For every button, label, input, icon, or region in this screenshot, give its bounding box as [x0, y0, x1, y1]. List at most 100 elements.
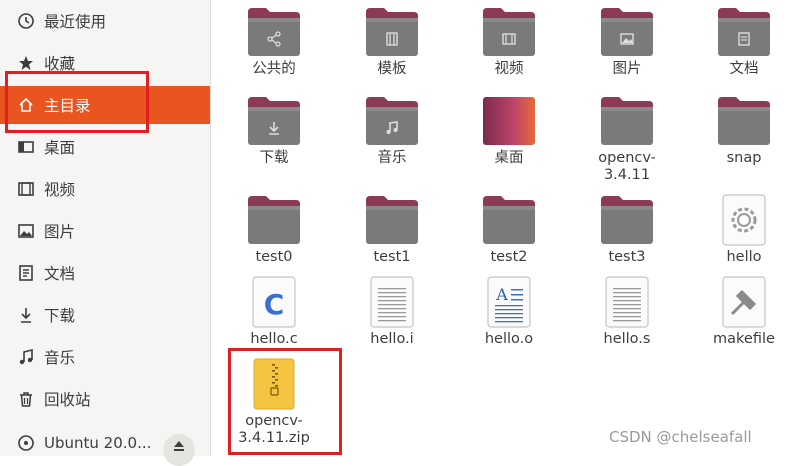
svg-text:A: A [495, 285, 508, 304]
sidebar-item-label: 文档 [44, 265, 76, 283]
folder-icon [364, 6, 420, 58]
file-name: hello [726, 249, 762, 265]
sidebar-item-3[interactable]: 桌面 [0, 128, 210, 166]
home-icon [17, 96, 35, 114]
file-item[interactable]: 视频 [454, 6, 564, 78]
file-name: hello.o [484, 331, 534, 347]
text-file-icon [599, 276, 655, 328]
folder-icon [364, 95, 420, 147]
folder-icon [599, 6, 655, 58]
file-name: test2 [490, 249, 528, 265]
file-name: hello.i [370, 331, 414, 347]
file-item[interactable]: 图片 [572, 6, 682, 78]
file-item[interactable]: Chello.c [219, 276, 329, 348]
sidebar-item-label: 收藏 [44, 55, 76, 73]
folder-icon [246, 6, 302, 58]
folder-icon [364, 194, 420, 246]
sidebar-item-label: 主目录 [44, 97, 91, 115]
file-name: hello.s [603, 331, 651, 347]
object-file-icon: A [481, 276, 537, 328]
file-name: snap [726, 150, 762, 166]
sidebar-item-label: 回收站 [44, 391, 91, 409]
folder-icon [246, 95, 302, 147]
folder-icon [599, 194, 655, 246]
folder-icon [716, 95, 772, 147]
executable-icon [716, 194, 772, 246]
desktop-folder-icon [481, 95, 537, 147]
file-item[interactable]: 文档 [689, 6, 792, 78]
file-name: 图片 [612, 61, 642, 77]
file-item[interactable]: hello [689, 194, 792, 266]
sidebar-item-label: 桌面 [44, 139, 76, 157]
sidebar-item-7[interactable]: 下载 [0, 296, 210, 334]
sidebar-item-6[interactable]: 文档 [0, 254, 210, 292]
sidebar-item-1[interactable]: 收藏 [0, 44, 210, 82]
zip-archive-icon [246, 358, 302, 410]
file-item[interactable]: 桌面 [454, 95, 564, 167]
device-label: Ubuntu 20.0... [44, 434, 152, 452]
file-name: opencv- 3.4.11 [598, 150, 656, 183]
clock-icon [17, 12, 35, 30]
file-item[interactable]: test1 [337, 194, 447, 266]
file-item[interactable]: makefile [689, 276, 792, 348]
file-name: test1 [373, 249, 411, 265]
text-file-icon [364, 276, 420, 328]
file-item[interactable]: 下载 [219, 95, 329, 167]
sidebar-item-label: 图片 [44, 223, 76, 241]
file-item[interactable]: test2 [454, 194, 564, 266]
file-item[interactable]: opencv- 3.4.11.zip [219, 358, 329, 447]
file-name: test0 [255, 249, 293, 265]
music-icon [17, 348, 35, 366]
file-name: opencv- 3.4.11.zip [238, 413, 310, 446]
file-name: 桌面 [494, 150, 524, 166]
file-name: hello.c [250, 331, 298, 347]
file-item[interactable]: hello.s [572, 276, 682, 348]
folder-icon [599, 95, 655, 147]
file-item[interactable]: test0 [219, 194, 329, 266]
download-icon [17, 306, 35, 324]
file-name: 下载 [259, 150, 289, 166]
sidebar-item-4[interactable]: 视频 [0, 170, 210, 208]
file-item[interactable]: test3 [572, 194, 682, 266]
file-name: 公共的 [252, 61, 296, 77]
sidebar: 最近使用收藏主目录桌面视频图片文档下载音乐回收站 Ubuntu 20.0... [0, 0, 211, 466]
sidebar-item-0[interactable]: 最近使用 [0, 2, 210, 40]
file-item[interactable]: 音乐 [337, 95, 447, 167]
sidebar-item-label: 下载 [44, 307, 76, 325]
star-icon [17, 54, 35, 72]
file-grid: 公共的 模板 视频 图片 文档下载 音乐 桌面 opencv- 3.4.11 snap test0… [211, 0, 792, 456]
file-item[interactable]: hello.i [337, 276, 447, 348]
file-item[interactable]: snap [689, 95, 792, 167]
sidebar-item-9[interactable]: 回收站 [0, 380, 210, 418]
file-name: 模板 [377, 61, 407, 77]
eject-button[interactable] [163, 434, 195, 466]
eject-icon [172, 438, 186, 466]
video-icon [17, 180, 35, 198]
file-item[interactable]: Ahello.o [454, 276, 564, 348]
watermark: CSDN @chelseafall [609, 428, 752, 446]
svg-text:C: C [264, 288, 285, 321]
sidebar-item-5[interactable]: 图片 [0, 212, 210, 250]
file-name: 文档 [729, 61, 759, 77]
folder-icon [716, 6, 772, 58]
makefile-icon [716, 276, 772, 328]
trash-icon [17, 390, 35, 408]
folder-icon [246, 194, 302, 246]
file-name: test3 [608, 249, 646, 265]
sidebar-item-8[interactable]: 音乐 [0, 338, 210, 376]
picture-icon [17, 222, 35, 240]
file-name: 视频 [494, 61, 524, 77]
disc-icon [17, 434, 35, 452]
file-item[interactable]: 模板 [337, 6, 447, 78]
folder-icon [481, 194, 537, 246]
sidebar-item-label: 视频 [44, 181, 76, 199]
file-name: 音乐 [377, 150, 407, 166]
sidebar-item-2[interactable]: 主目录 [0, 86, 210, 124]
c-source-file-icon: C [246, 276, 302, 328]
file-name: makefile [713, 331, 775, 347]
folder-icon [481, 6, 537, 58]
file-item[interactable]: 公共的 [219, 6, 329, 78]
sidebar-item-label: 音乐 [44, 349, 76, 367]
file-item[interactable]: opencv- 3.4.11 [572, 95, 682, 184]
document-icon [17, 264, 35, 282]
